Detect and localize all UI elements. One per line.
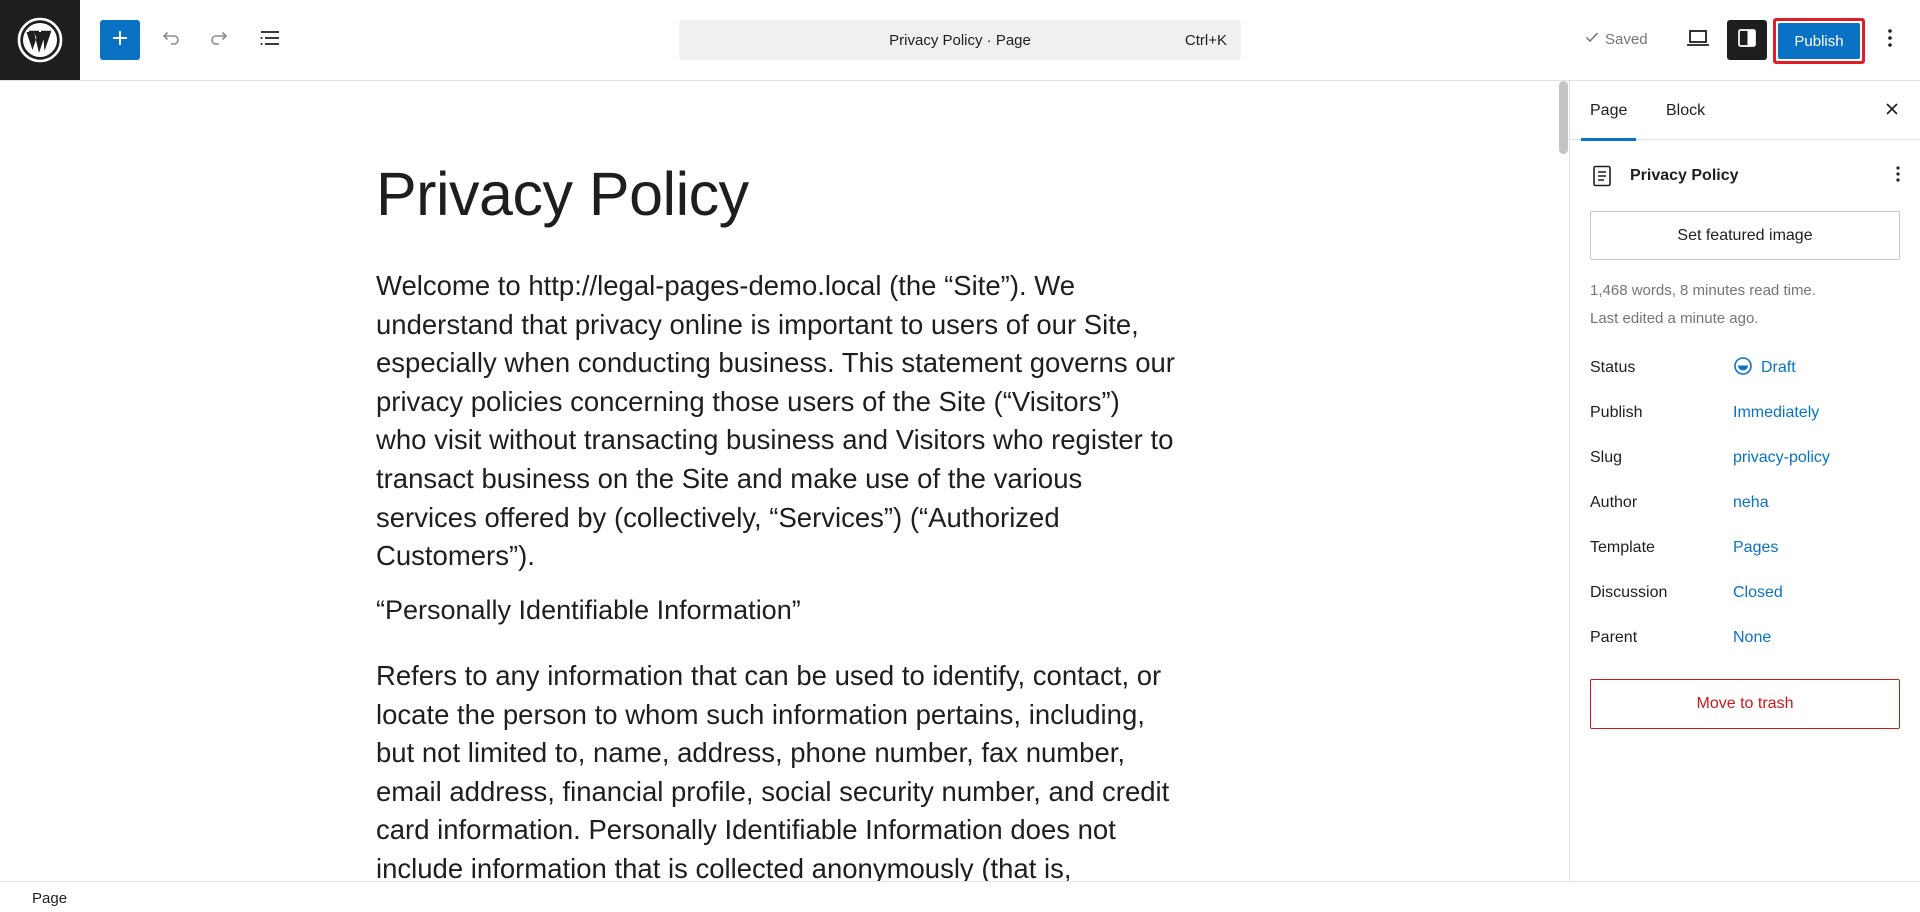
document-actions-button[interactable] <box>1886 161 1910 191</box>
check-icon <box>1584 29 1600 49</box>
redo-button[interactable] <box>200 20 240 60</box>
last-edited: Last edited a minute ago. <box>1590 310 1759 327</box>
template-value[interactable]: Pages <box>1733 539 1778 557</box>
breadcrumb[interactable]: Page <box>32 890 67 907</box>
status-text: Draft <box>1761 359 1796 376</box>
document-summary: Privacy Policy <box>1590 161 1910 191</box>
word-count: 1,468 words, 8 minutes read time. <box>1590 282 1816 299</box>
row-label: Status <box>1590 359 1636 376</box>
paragraph-block[interactable]: Refers to any information that can be us… <box>376 657 1176 881</box>
document-overview-icon <box>257 25 283 56</box>
sidebar-tabs: Page Block <box>1570 81 1920 141</box>
status-value[interactable]: Draft <box>1733 356 1796 381</box>
preview-button[interactable] <box>1678 20 1718 60</box>
set-featured-image-button[interactable]: Set featured image <box>1590 211 1900 260</box>
tab-block[interactable]: Block <box>1666 81 1705 140</box>
sidebar-toggle-icon <box>1736 27 1758 54</box>
saved-state: Saved <box>1584 29 1648 49</box>
author-value[interactable]: neha <box>1733 494 1769 512</box>
more-vertical-icon <box>1895 164 1901 189</box>
discussion-value[interactable]: Closed <box>1733 584 1783 602</box>
undo-icon <box>158 26 182 55</box>
slug-row: Slug privacy-policy <box>1590 443 1900 473</box>
undo-button[interactable] <box>150 20 190 60</box>
row-label: Slug <box>1590 449 1623 466</box>
row-label: Discussion <box>1590 584 1668 601</box>
publish-button[interactable]: Publish <box>1778 23 1860 59</box>
desktop-preview-icon <box>1685 25 1711 56</box>
document-meta: 1,468 words, 8 minutes read time. Last e… <box>1590 277 1816 333</box>
row-label: Author <box>1590 494 1638 511</box>
settings-toggle-button[interactable] <box>1727 20 1767 60</box>
row-label: Publish <box>1590 404 1643 421</box>
parent-row: Parent None <box>1590 623 1900 653</box>
close-sidebar-button[interactable] <box>1876 95 1908 127</box>
wordpress-logo-icon[interactable] <box>0 0 80 80</box>
draft-status-icon <box>1733 356 1753 381</box>
row-label: Template <box>1590 539 1655 556</box>
slug-value[interactable]: privacy-policy <box>1733 449 1830 467</box>
block-inserter-button[interactable] <box>100 20 140 60</box>
status-row: Status Draft <box>1590 353 1900 383</box>
publish-row: Publish Immediately <box>1590 398 1900 428</box>
editor-footer: Page <box>0 881 1920 912</box>
command-shortcut: Ctrl+K <box>1184 31 1227 49</box>
redo-icon <box>208 26 232 55</box>
author-row: Author neha <box>1590 488 1900 518</box>
publish-highlight: Publish <box>1773 18 1865 64</box>
command-palette-bar[interactable]: Privacy Policy · Page Ctrl+K <box>679 20 1241 60</box>
heading-block[interactable]: “Personally Identifiable Information” <box>376 595 801 626</box>
close-icon <box>1885 102 1899 121</box>
saved-label: Saved <box>1605 30 1648 48</box>
discussion-row: Discussion Closed <box>1590 578 1900 608</box>
template-row: Template Pages <box>1590 533 1900 563</box>
plus-icon <box>110 28 130 53</box>
more-vertical-icon <box>1886 27 1894 54</box>
editor-canvas: Privacy Policy Welcome to http://legal-p… <box>0 81 1569 881</box>
row-label: Parent <box>1590 629 1638 646</box>
post-title[interactable]: Privacy Policy <box>376 159 749 229</box>
settings-sidebar: Page Block Privacy Policy Set featured i… <box>1569 81 1920 881</box>
tab-page[interactable]: Page <box>1580 81 1637 141</box>
editor-header: Privacy Policy · Page Ctrl+K Saved Publi… <box>0 0 1920 81</box>
move-to-trash-button[interactable]: Move to trash <box>1590 679 1900 729</box>
paragraph-block[interactable]: Welcome to http://legal-pages-demo.local… <box>376 267 1176 576</box>
canvas-scrollbar[interactable] <box>1559 81 1568 154</box>
publish-date-value[interactable]: Immediately <box>1733 404 1819 422</box>
document-title: Privacy Policy · Page <box>889 31 1031 49</box>
options-button[interactable] <box>1870 20 1910 60</box>
document-overview-button[interactable] <box>250 20 290 60</box>
document-title-label: Privacy Policy <box>1630 167 1739 184</box>
parent-value[interactable]: None <box>1733 629 1771 647</box>
page-icon <box>1592 165 1612 192</box>
